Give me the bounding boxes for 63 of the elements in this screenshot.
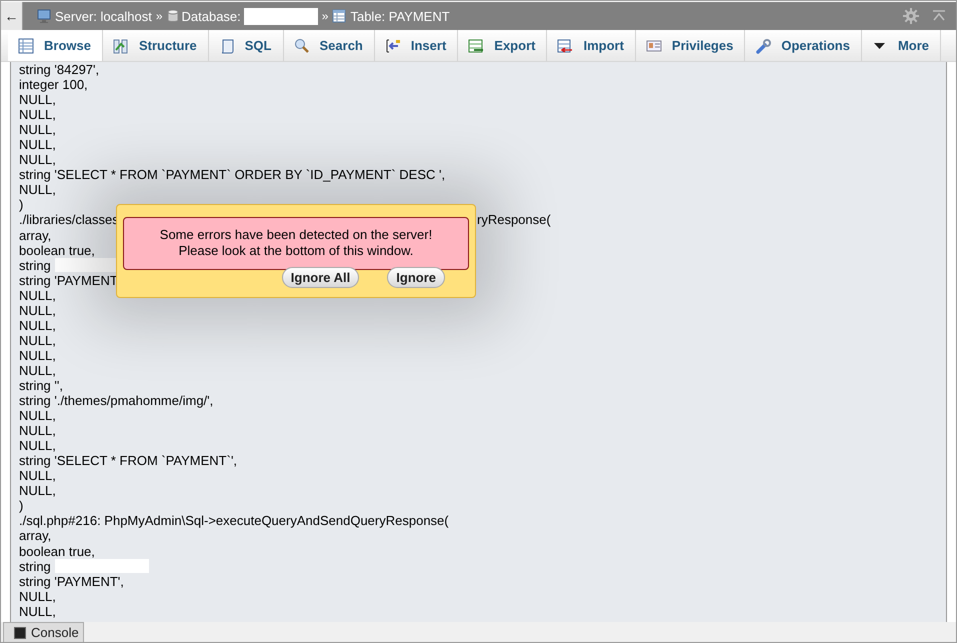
log-line: NULL, [19, 288, 56, 303]
log-line: NULL, [19, 182, 56, 198]
log-line: NULL, [19, 302, 56, 318]
table-icon [332, 9, 348, 23]
ignore-button[interactable]: Ignore [387, 267, 445, 288]
monitor-icon [36, 9, 52, 23]
log-line: string '', [19, 378, 63, 394]
console-tab[interactable]: Console [3, 622, 84, 642]
id-card-icon [646, 38, 662, 54]
log-line: ./libraries/classes [19, 212, 119, 228]
log-line: NULL, [19, 604, 56, 619]
breadcrumb-separator: » [156, 9, 163, 23]
log-line: ) [19, 197, 24, 212]
log-line: NULL, [19, 483, 56, 498]
log-line: NULL, [19, 423, 56, 438]
log-line: NULL, [19, 122, 56, 138]
breadcrumb-link[interactable]: Table: PAYMENT [350, 8, 450, 24]
log-line: NULL, [19, 362, 56, 378]
log-line: string './themes/pmahomme/img/', [19, 393, 214, 408]
log-line: NULL, [19, 588, 56, 604]
log-line: array, [19, 228, 52, 243]
insert-row-icon [384, 38, 401, 54]
tab[interactable]: Browse [8, 30, 103, 61]
log-line: integer 100, [19, 77, 88, 92]
wrench-icon [755, 38, 772, 54]
export-icon [468, 38, 484, 54]
log-line: boolean true, [19, 242, 95, 258]
log-line: string '84297', [19, 62, 100, 78]
log-line: NULL, [19, 318, 56, 333]
ignore-all-button[interactable]: Ignore All [282, 267, 360, 288]
console-icon [14, 626, 26, 638]
log-line: ryResponse( [477, 212, 551, 228]
log-line: NULL, [19, 137, 56, 152]
log-line: string 'SELECT * FROM `PAYMENT` ORDER BY `ID_PAYMENT` DESC ', [19, 167, 446, 182]
structure-icon [112, 38, 129, 54]
log-line: string [19, 258, 51, 273]
log-line: string 'PAYMENT [19, 272, 118, 288]
collapse-icon [932, 10, 946, 22]
log-line: NULL, [19, 107, 56, 122]
log-line: boolean true, [19, 544, 95, 559]
error-message: Some errors have been detected on the server! Please look at the bottom of this window. [123, 217, 469, 270]
cylinder-icon [166, 9, 179, 23]
log-line: string 'SELECT * FROM `PAYMENT`', [19, 453, 238, 468]
breadcrumb-link[interactable]: Server: localhost [55, 8, 152, 24]
log-line: ) [19, 498, 24, 514]
log-line: ./sql.php#216: PhpMyAdmin\Sql->executeQueryAndSendQueryResponse( [19, 513, 449, 528]
back-button[interactable]: ← [1, 2, 23, 30]
log-line: string 'PAYMENT', [19, 574, 124, 589]
log-line: string [19, 558, 51, 574]
log-line: NULL, [19, 468, 56, 484]
breadcrumb-separator: » [322, 9, 328, 23]
log-line: NULL, [19, 408, 56, 424]
log-line: NULL, [19, 332, 56, 348]
search-icon [294, 38, 310, 54]
log-line: array, [19, 528, 52, 544]
log-line: NULL, [19, 152, 56, 168]
log-line: NULL, [19, 92, 56, 108]
breadcrumb-link[interactable]: Database: [182, 8, 241, 24]
log-line: NULL, [19, 348, 56, 363]
settings-icon [903, 8, 919, 24]
table-icon [18, 38, 34, 54]
import-icon [557, 38, 574, 54]
log-line: NULL, [19, 438, 56, 454]
